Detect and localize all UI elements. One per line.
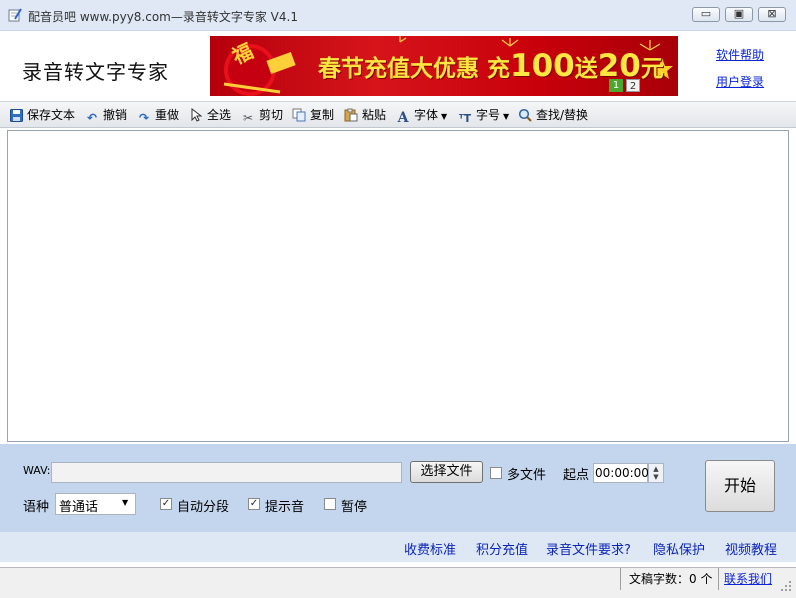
pause-checkbox[interactable] <box>324 498 336 510</box>
maximize-button[interactable]: ▣ <box>725 7 753 22</box>
redo-label: 重做 <box>155 108 180 122</box>
find-replace-label: 查找/替换 <box>536 108 589 122</box>
wav-label: WAV: <box>23 464 51 477</box>
undo-button[interactable]: ↶ 撤销 <box>85 106 128 125</box>
software-help-link[interactable]: 软件帮助 <box>716 46 764 63</box>
word-count: 文稿字数：0 个 <box>629 572 713 586</box>
banner-text-mid: 送 <box>574 56 598 82</box>
audio-requirements-link[interactable]: 录音文件要求? <box>546 539 631 558</box>
user-login-link[interactable]: 用户登录 <box>716 73 764 90</box>
close-button[interactable]: ⊠ <box>758 7 786 22</box>
language-select[interactable]: 普通话 ▼ <box>55 493 136 515</box>
undo-icon: ↶ <box>86 111 98 125</box>
banner-text-main: 春节充值大优惠 充 <box>318 56 511 82</box>
privacy-link[interactable]: 隐私保护 <box>653 539 705 558</box>
status-divider <box>620 568 621 590</box>
redo-icon: ↷ <box>138 111 150 125</box>
contact-us-link[interactable]: 联系我们 <box>724 570 772 587</box>
brand-title: 录音转文字专家 <box>22 60 169 84</box>
redo-button[interactable]: ↷ 重做 <box>137 106 180 125</box>
pause-label: 暂停 <box>341 500 368 515</box>
prompt-sound-label: 提示音 <box>265 500 305 515</box>
copy-label: 复制 <box>310 108 335 122</box>
cursor-icon <box>189 107 203 122</box>
app-notepad-icon <box>8 8 22 22</box>
copy-icon <box>292 108 306 122</box>
toolbar: 保存文本 ↶ 撤销 ↷ 重做 全选 ✂ 剪切 复制 粘贴 A 字体 ▼ ᵀT 字号 ▼ 查找/… <box>0 101 796 128</box>
magnifier-icon <box>518 108 532 122</box>
close-icon: ⊠ <box>767 7 777 20</box>
font-chevron-down-icon: ▼ <box>441 112 448 121</box>
font-size-chevron-down-icon: ▼ <box>503 112 510 121</box>
cut-button[interactable]: ✂ 剪切 <box>241 106 284 125</box>
chevron-down-icon: ▼ <box>122 498 129 507</box>
window-title: 配音员吧 www.pyy8.com—录音转文字专家 V4.1 <box>28 10 298 24</box>
paste-icon <box>344 108 358 122</box>
auto-segment-checkbox[interactable]: ✓ <box>160 498 172 510</box>
minimize-icon: ▭ <box>700 7 712 20</box>
choose-file-button[interactable]: 选择文件 <box>410 461 483 483</box>
multi-file-checkbox[interactable] <box>490 467 502 479</box>
control-panel <box>0 444 796 532</box>
multi-file-label: 多文件 <box>507 468 547 483</box>
status-divider-2 <box>718 568 719 590</box>
save-text-label: 保存文本 <box>27 108 76 122</box>
save-text-button[interactable]: 保存文本 <box>9 106 75 123</box>
cut-label: 剪切 <box>259 108 284 122</box>
font-size-label: 字号 <box>476 108 501 122</box>
font-size-dropdown[interactable]: ᵀT 字号 ▼ <box>458 106 510 125</box>
text-editor[interactable] <box>7 130 789 442</box>
resize-grip-icon[interactable] <box>780 580 792 592</box>
banner-text-end: 元 <box>640 56 664 82</box>
language-value: 普通话 <box>59 500 99 515</box>
paste-label: 粘贴 <box>362 108 387 122</box>
copy-button[interactable]: 复制 <box>292 106 334 123</box>
start-point-label: 起点 <box>563 468 590 483</box>
find-replace-button[interactable]: 查找/替换 <box>518 106 588 123</box>
start-time-input[interactable]: 00:00:00 <box>593 463 649 483</box>
points-recharge-link[interactable]: 积分充值 <box>476 539 528 558</box>
scissors-icon: ✂ <box>242 111 254 125</box>
banner-amount-1: 100 <box>510 48 575 84</box>
save-icon <box>9 109 23 123</box>
start-button[interactable]: 开始 <box>705 460 775 512</box>
minimize-button[interactable]: ▭ <box>692 7 720 22</box>
spin-up-icon[interactable]: ▲ <box>649 465 663 473</box>
paste-button[interactable]: 粘贴 <box>344 106 386 123</box>
promo-banner[interactable]: 福 春节充值大优惠 充100送20元 1 2 <box>210 36 678 96</box>
font-size-icon: ᵀT <box>458 112 472 125</box>
time-spinner[interactable]: ▲ ▼ <box>648 463 664 483</box>
banner-page-2[interactable]: 2 <box>626 79 640 92</box>
select-all-label: 全选 <box>207 108 232 122</box>
language-label: 语种 <box>23 500 50 515</box>
spin-down-icon[interactable]: ▼ <box>649 473 663 481</box>
pricing-link[interactable]: 收费标准 <box>404 539 456 558</box>
video-tutorial-link[interactable]: 视频教程 <box>725 539 777 558</box>
wav-file-input[interactable] <box>51 462 402 483</box>
auto-segment-label: 自动分段 <box>177 500 230 515</box>
font-icon: A <box>397 110 409 126</box>
maximize-icon: ▣ <box>733 7 745 20</box>
font-dropdown[interactable]: A 字体 ▼ <box>396 106 448 126</box>
font-label: 字体 <box>414 108 439 122</box>
select-all-button[interactable]: 全选 <box>189 106 231 123</box>
prompt-sound-checkbox[interactable]: ✓ <box>248 498 260 510</box>
banner-page-1[interactable]: 1 <box>609 79 623 92</box>
undo-label: 撤销 <box>103 108 128 122</box>
